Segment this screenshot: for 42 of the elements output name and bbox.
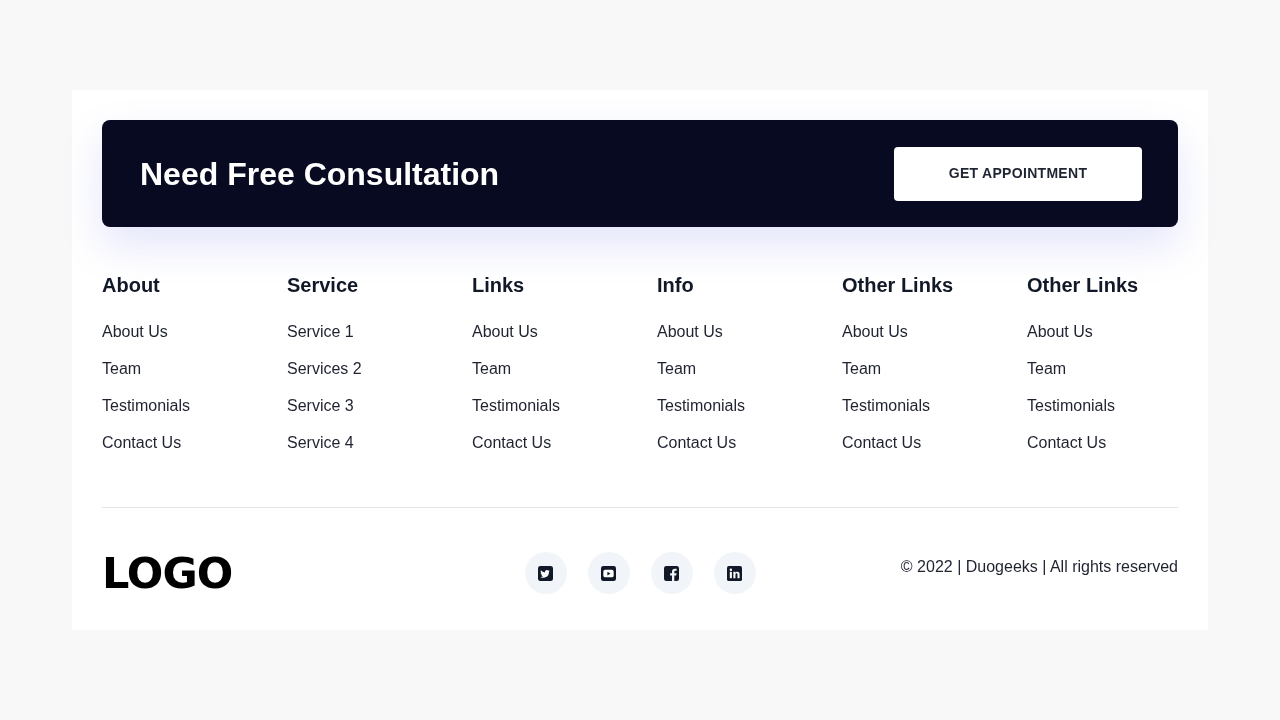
social-link[interactable] bbox=[713, 552, 756, 594]
column-heading: About bbox=[102, 273, 160, 298]
play-icon bbox=[601, 565, 616, 581]
cta-heading: Need Free Consultation bbox=[140, 154, 500, 194]
footer-link[interactable]: Testimonials bbox=[102, 394, 191, 418]
footer-link[interactable]: Team bbox=[657, 357, 697, 381]
letter-f-icon bbox=[664, 565, 679, 581]
column-heading: Links bbox=[472, 273, 525, 298]
footer-link[interactable]: Testimonials bbox=[842, 394, 931, 418]
logo[interactable]: LOGO bbox=[102, 551, 233, 595]
footer-link[interactable]: Testimonials bbox=[657, 394, 746, 418]
footer-link[interactable]: About Us bbox=[842, 320, 908, 344]
footer-link[interactable]: Testimonials bbox=[472, 394, 561, 418]
footer-link[interactable]: About Us bbox=[1027, 320, 1093, 344]
footer-link[interactable]: Service 4 bbox=[287, 431, 354, 455]
footer-link[interactable]: Service 1 bbox=[287, 320, 354, 344]
bird-icon bbox=[538, 565, 553, 581]
footer-link[interactable]: About Us bbox=[472, 320, 538, 344]
footer-link[interactable]: Team bbox=[472, 357, 512, 381]
footer-link[interactable]: About Us bbox=[102, 320, 168, 344]
footer-link[interactable]: Contact Us bbox=[1027, 431, 1107, 455]
column-heading: Service bbox=[287, 273, 359, 298]
social-link[interactable] bbox=[524, 552, 567, 594]
social-link[interactable] bbox=[650, 552, 693, 594]
footer-link[interactable]: Testimonials bbox=[1027, 394, 1116, 418]
footer-link[interactable]: Team bbox=[842, 357, 882, 381]
footer-link[interactable]: Service 3 bbox=[287, 394, 354, 418]
copyright-text: © 2022 | Duogeeks | All rights reserved bbox=[900, 557, 1178, 577]
social-link[interactable] bbox=[587, 552, 630, 594]
footer-link[interactable]: Team bbox=[102, 357, 142, 381]
footer-link[interactable]: Contact Us bbox=[102, 431, 182, 455]
column-heading: Info bbox=[657, 273, 694, 298]
footer-link[interactable]: Services 2 bbox=[287, 357, 362, 381]
column-heading: Other Links bbox=[1027, 273, 1139, 298]
in-square-icon bbox=[727, 565, 742, 581]
footer-link[interactable]: Contact Us bbox=[842, 431, 922, 455]
footer-link[interactable]: Team bbox=[1027, 357, 1067, 381]
footer-link[interactable]: Contact Us bbox=[657, 431, 737, 455]
column-heading: Other Links bbox=[842, 273, 954, 298]
footer-link[interactable]: About Us bbox=[657, 320, 723, 344]
footer-link[interactable]: Contact Us bbox=[472, 431, 552, 455]
appointment-button[interactable]: GET APPOINTMENT bbox=[894, 146, 1142, 201]
